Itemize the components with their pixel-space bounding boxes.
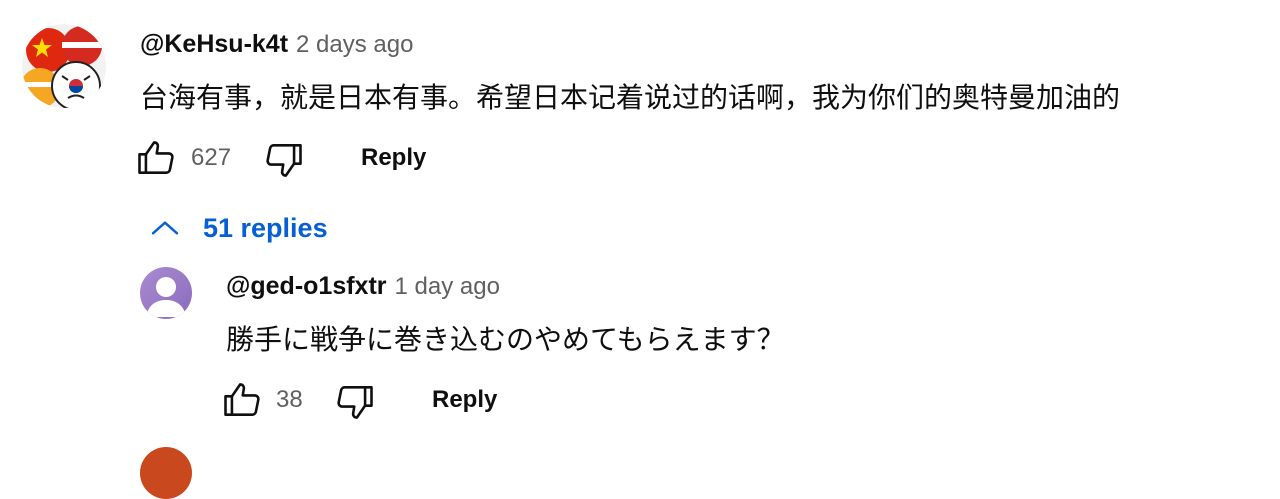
comment-header: @KeHsu-k4t 2 days ago — [140, 30, 413, 59]
reply-header: @ged-o1sfxtr 1 day ago — [226, 272, 500, 301]
chevron-up-icon — [149, 212, 181, 244]
replies-toggle-button[interactable]: 51 replies — [149, 212, 328, 244]
reply-button[interactable]: Reply — [361, 144, 426, 172]
avatar[interactable] — [22, 24, 106, 108]
reply-text: 勝手に戦争に巻き込むのやめてもらえます？ — [226, 323, 785, 356]
thumbs-down-icon[interactable] — [262, 138, 306, 182]
replies-count-label: 51 replies — [203, 212, 328, 243]
like-count: 627 — [191, 144, 232, 171]
next-reply-avatar[interactable] — [140, 447, 192, 499]
thumbs-down-icon[interactable] — [333, 380, 377, 424]
comment-timestamp[interactable]: 2 days ago — [296, 31, 413, 58]
reply-like-count: 38 — [276, 386, 303, 413]
reply-author[interactable]: @ged-o1sfxtr — [226, 272, 387, 300]
countryball-avatar-image — [22, 24, 106, 108]
default-user-icon — [140, 267, 192, 319]
reply-button[interactable]: Reply — [432, 386, 497, 414]
comment-text: 台海有事，就是日本有事。希望日本记着说过的话啊，我为你们的奥特曼加油的 — [140, 81, 1121, 114]
comment-author[interactable]: @KeHsu-k4t — [140, 30, 288, 58]
reply-avatar[interactable] — [140, 267, 192, 319]
thumbs-up-icon[interactable] — [134, 136, 178, 180]
reply-timestamp[interactable]: 1 day ago — [395, 273, 500, 300]
thumbs-up-icon[interactable] — [220, 378, 264, 422]
